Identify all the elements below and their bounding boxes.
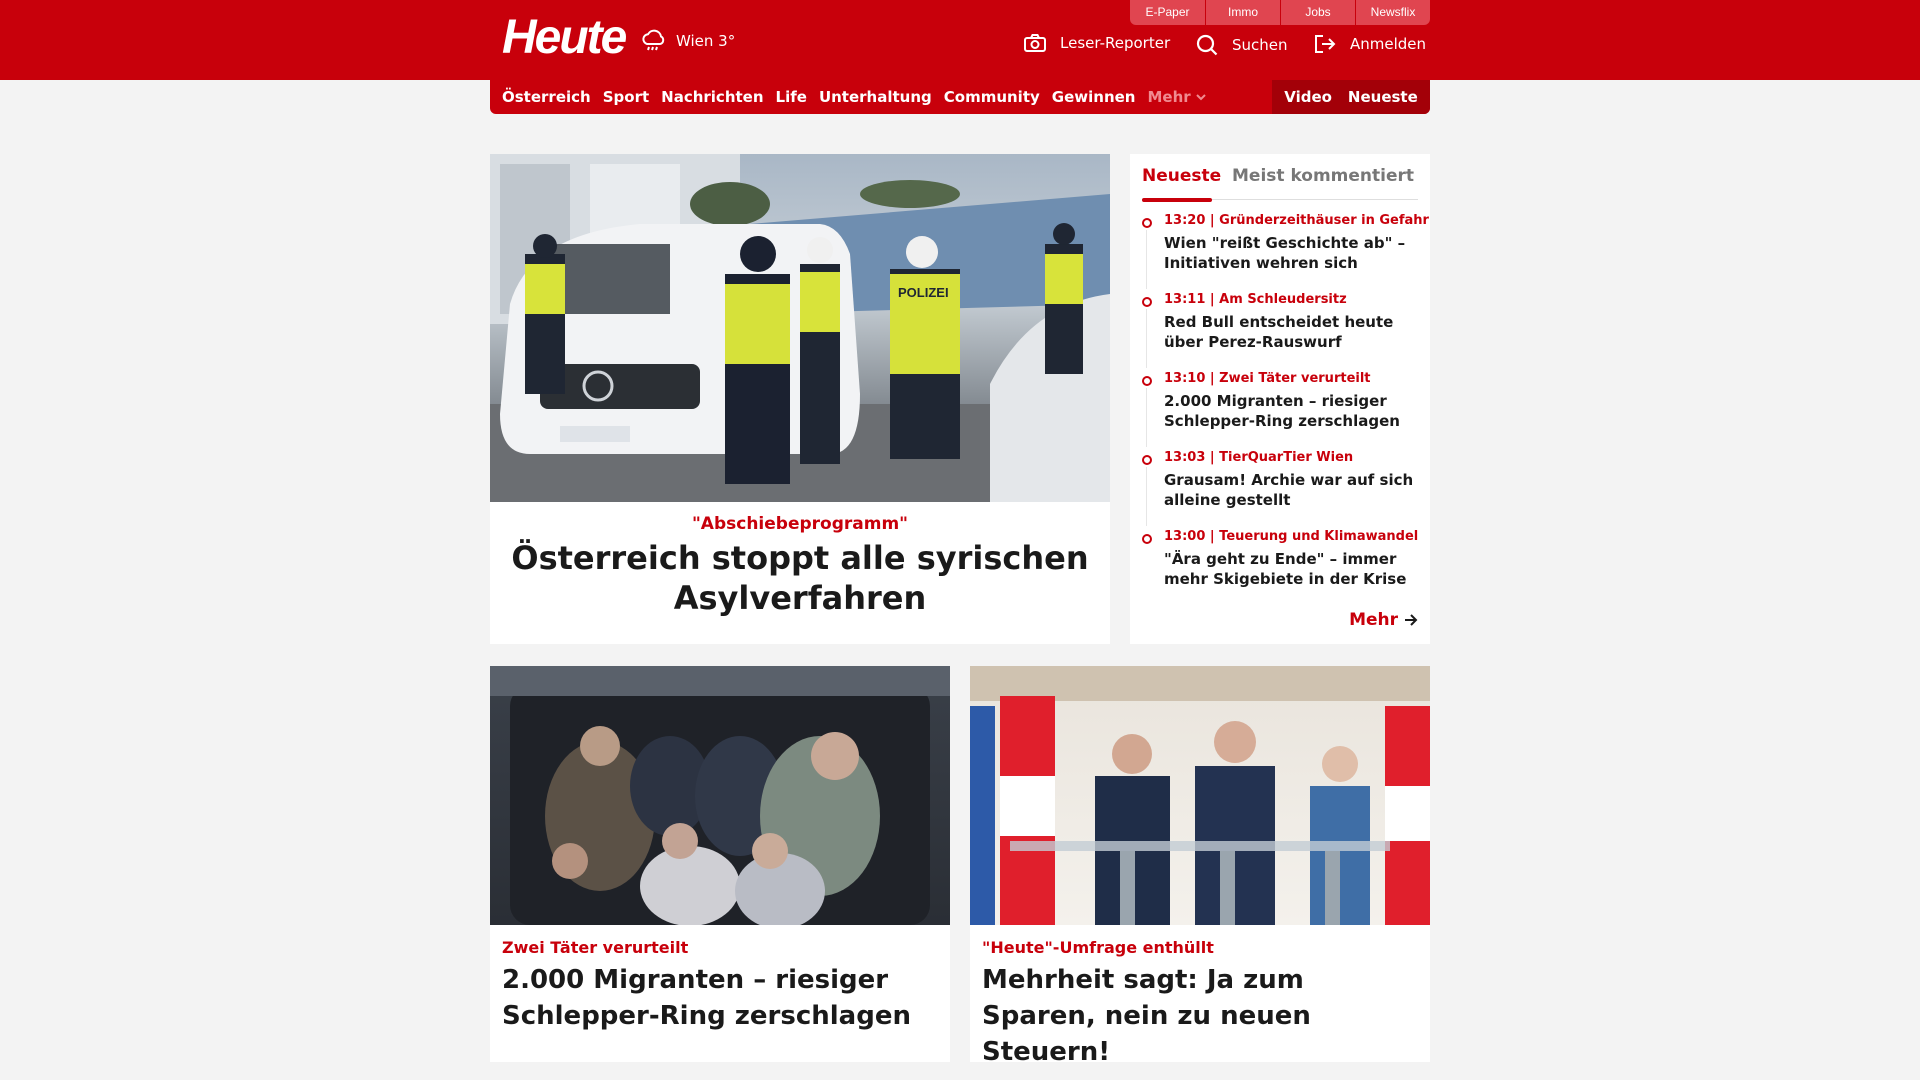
timeline-line [1146,230,1147,289]
timeline-dot-icon [1142,376,1152,386]
news-item-title[interactable]: Wien "reißt Geschichte ab" – Initiativen… [1164,233,1424,273]
weather-rain-icon [642,29,665,51]
card-image-press-conference[interactable] [970,666,1430,925]
epaper-link[interactable]: E-Paper [1130,0,1205,25]
main-navigation: Österreich Sport Nachrichten Life Unterh… [490,80,1430,114]
hero-headline[interactable]: Österreich stoppt alle syrischen Asylver… [510,538,1090,618]
timeline-dot-icon [1142,534,1152,544]
article-card-umfrage[interactable]: "Heute"-Umfrage enthüllt Mehrheit sagt: … [970,666,1430,1067]
card-image-van-migrants[interactable] [490,666,950,925]
hero-image-police-checkpoint[interactable]: POLIZEI [490,154,1110,502]
login-icon [1315,35,1336,53]
news-item-kicker: 13:20 | Gründerzeithäuser in Gefahr [1164,213,1429,228]
heute-logo[interactable]: Heute [502,10,627,66]
nav-item-video[interactable]: Video [1284,88,1332,106]
list-item[interactable]: 13:03 | TierQuarTier Wien Grausam! Archi… [1142,449,1424,528]
police-vest-text: POLIZEI [898,285,949,300]
nav-item-community[interactable]: Community [944,88,1040,106]
tab-neueste[interactable]: Neueste [1142,164,1221,202]
news-item-kicker: 13:11 | Am Schleudersitz [1164,292,1347,307]
timeline-dot-icon [1142,297,1152,307]
sidebar-more-link[interactable]: Mehr [1349,610,1418,630]
login-link[interactable]: Anmelden [1314,34,1426,54]
nav-item-gewinnen[interactable]: Gewinnen [1052,88,1136,106]
nav-categories: Österreich Sport Nachrichten Life Unterh… [502,80,1218,114]
weather-widget[interactable]: Wien 3° [640,28,735,54]
news-item-title[interactable]: Red Bull entscheidet heute über Perez-Ra… [1164,312,1424,352]
list-item[interactable]: 13:00 | Teuerung und Klimawandel "Ära ge… [1142,528,1424,607]
hero-article[interactable]: POLIZEI "Abschiebeprogramm" Österreich s… [490,154,1110,644]
news-item-title[interactable]: 2.000 Migranten – riesiger Schlepper-Rin… [1164,391,1424,431]
news-item-title[interactable]: "Ära geht zu Ende" – immer mehr Skigebie… [1164,549,1424,589]
latest-news-sidebar: Neueste Meist kommentiert 13:20 | Gründe… [1130,154,1430,644]
nav-item-nachrichten[interactable]: Nachrichten [661,88,763,106]
list-item[interactable]: 13:10 | Zwei Täter verurteilt 2.000 Migr… [1142,370,1424,449]
article-card-schlepper[interactable]: Zwei Täter verurteilt 2.000 Migranten – … [490,666,950,1062]
list-item[interactable]: 13:20 | Gründerzeithäuser in Gefahr Wien… [1142,212,1429,291]
nav-more-label: Mehr [1147,88,1191,106]
news-item-kicker: 13:03 | TierQuarTier Wien [1164,450,1354,465]
timeline-line [1146,309,1147,368]
immo-link[interactable]: Immo [1205,0,1280,25]
hero-kicker: "Abschiebeprogramm" [691,514,909,534]
nav-item-oesterreich[interactable]: Österreich [502,88,591,106]
chevron-down-icon [1195,94,1206,101]
newsflix-link[interactable]: Newsflix [1355,0,1430,25]
news-item-title[interactable]: Grausam! Archie war auf sich alleine ges… [1164,470,1424,510]
site-header: E-Paper Immo Jobs Newsflix Heute Wien 3°… [0,0,1920,80]
card-kicker: Zwei Täter verurteilt [502,938,689,957]
search-icon [1196,34,1218,56]
leser-reporter-label: Leser-Reporter [1060,34,1171,52]
nav-item-unterhaltung[interactable]: Unterhaltung [819,88,932,106]
leser-reporter-link[interactable]: Leser-Reporter [1024,34,1170,52]
nav-item-life[interactable]: Life [776,88,807,106]
search-label: Suchen [1232,36,1288,54]
timeline-dot-icon [1142,455,1152,465]
nav-more-dropdown[interactable]: Mehr [1147,88,1206,106]
jobs-link[interactable]: Jobs [1280,0,1355,25]
news-item-kicker: 13:10 | Zwei Täter verurteilt [1164,371,1371,386]
utility-links: E-Paper Immo Jobs Newsflix [1130,0,1430,25]
arrow-right-icon [1405,614,1418,626]
nav-highlight: Video Neueste [1272,80,1430,114]
sidebar-tabs: Neueste Meist kommentiert [1142,164,1418,202]
card-kicker: "Heute"-Umfrage enthüllt [982,938,1214,957]
timeline-line [1146,388,1147,447]
timeline-line [1146,467,1147,526]
camera-icon [1024,34,1046,52]
sidebar-more-label: Mehr [1349,610,1398,630]
login-label: Anmelden [1350,35,1427,53]
card-headline[interactable]: 2.000 Migranten – riesiger Schlepper-Rin… [502,962,938,1034]
timeline-dot-icon [1142,218,1152,228]
list-item[interactable]: 13:11 | Am Schleudersitz Red Bull entsch… [1142,291,1424,370]
weather-label: Wien 3° [676,32,736,50]
tab-meist-kommentiert[interactable]: Meist kommentiert [1232,164,1414,200]
news-item-kicker: 13:00 | Teuerung und Klimawandel [1164,529,1419,544]
nav-item-sport[interactable]: Sport [603,88,649,106]
nav-item-neueste[interactable]: Neueste [1348,88,1418,106]
search-link[interactable]: Suchen [1196,34,1288,56]
card-headline[interactable]: Mehrheit sagt: Ja zum Sparen, nein zu ne… [982,962,1418,1070]
news-ticker-list: 13:20 | Gründerzeithäuser in Gefahr Wien… [1142,212,1429,607]
